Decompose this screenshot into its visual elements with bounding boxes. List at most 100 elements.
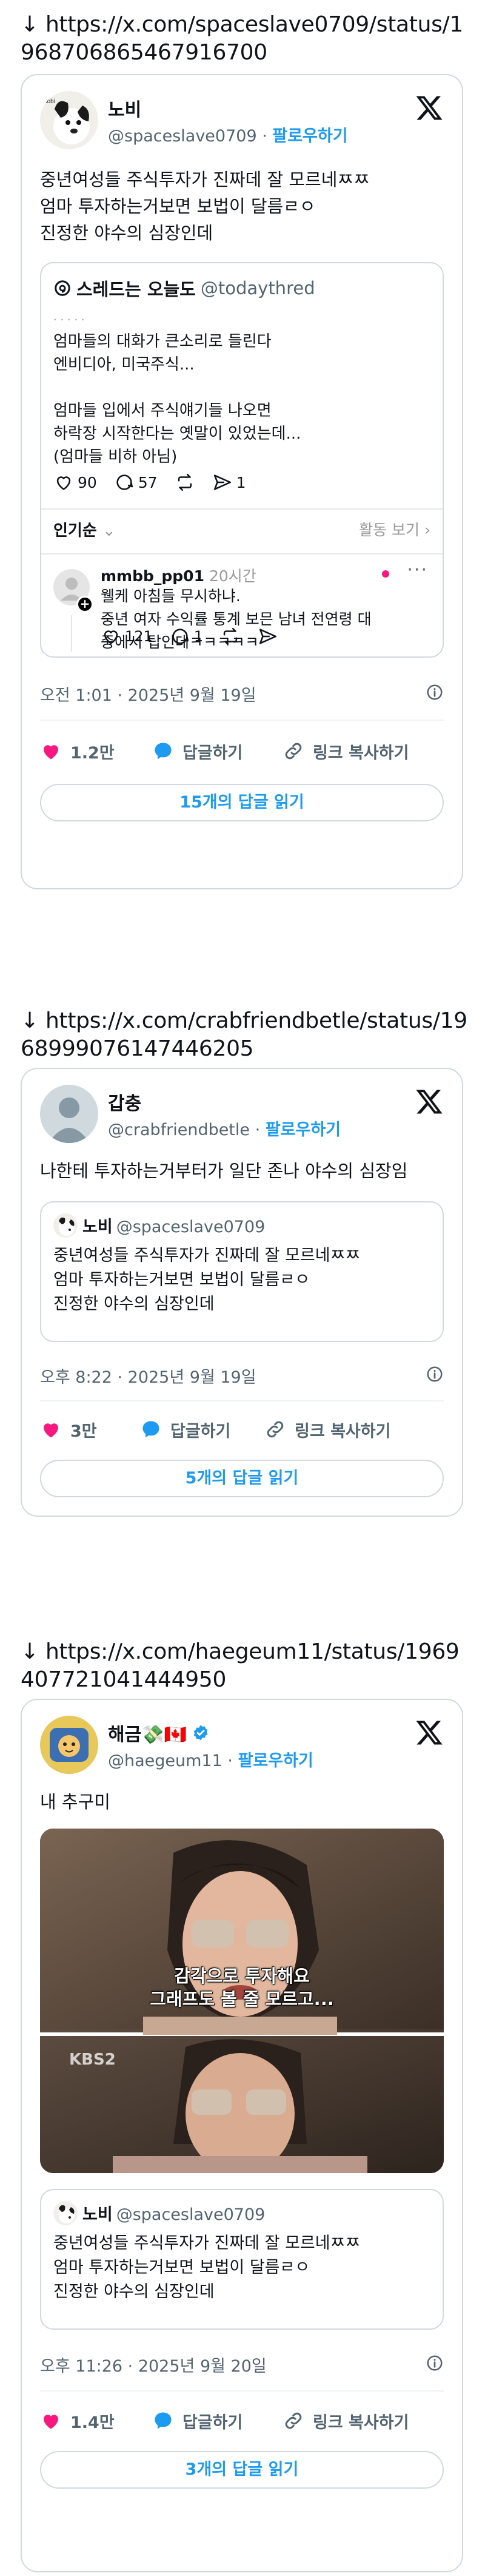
timestamp[interactable]: 오전 1:01 · 2025년 9월 19일 — [40, 686, 256, 705]
quoted-tweet[interactable]: 노비 @spaceslave0709 중년여성들 주식투자가 진짜데 잘 모르네ㅉ… — [40, 2189, 444, 2330]
threads-logo-icon — [55, 280, 70, 296]
post-url[interactable]: ↓ https://x.com/haegeum11/status/1969407… — [21, 1638, 469, 1694]
handle-line: @crabfriendbetle · 팔로우하기 — [108, 1116, 341, 1140]
info-icon[interactable] — [426, 683, 444, 701]
tweet-card: 해금💸🇨🇦 @haegeum11 · 팔로우하기 내 추구미 감각으로 투자해요… — [21, 1699, 463, 2572]
reply-reaction — [382, 564, 389, 581]
reply-repost[interactable] — [220, 626, 241, 647]
watermark: KBS2 — [69, 2051, 116, 2069]
avatar[interactable]: nobi — [40, 91, 98, 149]
reply-bubble-icon — [155, 2412, 172, 2429]
quoted-tweet[interactable]: 노비 @spaceslave0709 중년여성들 주식투자가 진짜데 잘 모르네ㅉ… — [40, 1201, 444, 1342]
timestamp[interactable]: 오후 8:22 · 2025년 9월 19일 — [40, 1368, 256, 1387]
reply-bubble-icon — [142, 1421, 159, 1438]
tweet-header: 갑충 @crabfriendbetle · 팔로우하기 — [40, 1085, 444, 1151]
send-icon — [259, 629, 277, 644]
embed-comment[interactable]: 57 — [114, 472, 158, 493]
embed-share-count: 1 — [236, 473, 246, 491]
info-icon[interactable] — [426, 1365, 444, 1383]
follow-button[interactable]: 팔로우하기 — [238, 1752, 313, 1770]
info-icon[interactable] — [426, 2354, 444, 2372]
reply-button[interactable]: 답글하기 — [152, 2407, 242, 2434]
post-url[interactable]: ↓ https://x.com/spaceslave0709/status/19… — [21, 11, 469, 67]
threads-embed[interactable]: 스레드는 오늘도 @todaythred · · · · · 엄마들의 대화가 … — [40, 262, 444, 658]
tweet-header: 해금💸🇨🇦 @haegeum11 · 팔로우하기 — [40, 1716, 444, 1782]
action-bar: 1.2만 답글하기 링크 복사하기 — [40, 738, 444, 764]
timestamp[interactable]: 오후 11:26 · 2025년 9월 20일 — [40, 2357, 267, 2376]
reply-like[interactable]: 121 — [101, 626, 153, 647]
reply-label: 답글하기 — [170, 1421, 231, 1441]
x-logo-icon[interactable] — [415, 1087, 444, 1116]
media-image[interactable]: 감각으로 투자해요 그래프도 볼 줄 모르고... KBS2 — [40, 1829, 444, 2173]
thread-line — [71, 615, 72, 652]
embed-share[interactable]: 1 — [212, 472, 246, 493]
divider — [40, 1400, 444, 1401]
like-button[interactable]: 1.4만 — [40, 2407, 115, 2434]
sort-dropdown[interactable]: 인기순 ⌄ — [53, 518, 116, 541]
copy-link-button[interactable]: 링크 복사하기 — [283, 738, 409, 764]
reply-time: 20시간 — [209, 567, 256, 585]
display-name[interactable]: 노비 — [108, 95, 141, 121]
follow-button[interactable]: 팔로우하기 — [266, 1121, 341, 1139]
link-icon — [285, 743, 302, 760]
separator: · — [227, 1752, 233, 1770]
divider — [41, 553, 443, 555]
reply-share[interactable] — [258, 626, 278, 647]
handle[interactable]: @haegeum11 — [108, 1752, 222, 1770]
activity-link[interactable]: 활동 보기 › — [359, 518, 430, 540]
divider — [40, 720, 444, 721]
action-bar: 3만 답글하기 링크 복사하기 — [40, 1416, 444, 1443]
embed-like[interactable]: 90 — [53, 472, 97, 493]
handle[interactable]: @crabfriendbetle — [108, 1121, 250, 1139]
embed-comment-count: 57 — [138, 473, 158, 491]
copy-link-button[interactable]: 링크 복사하기 — [283, 2407, 409, 2434]
reply-button[interactable]: 답글하기 — [152, 738, 242, 764]
reply-author[interactable]: mmbb_pp01 20시간 — [101, 564, 256, 586]
more-icon[interactable]: ··· — [407, 559, 428, 581]
tweet-card: 갑충 @crabfriendbetle · 팔로우하기 나한테 투자하는거부터가… — [21, 1068, 463, 1517]
like-count: 3만 — [70, 1421, 97, 1441]
read-replies-button[interactable]: 15개의 답글 읽기 — [40, 784, 444, 821]
post-url[interactable]: ↓ https://x.com/crabfriendbetle/status/1… — [21, 1007, 469, 1063]
reply-bubble-icon — [155, 743, 172, 760]
link-icon — [285, 2412, 302, 2429]
like-button[interactable]: 1.2만 — [40, 738, 115, 764]
quote-handle: @spaceslave0709 — [116, 1218, 266, 1236]
heart-icon — [104, 630, 118, 644]
divider — [41, 508, 443, 510]
tweet-meta: 오후 11:26 · 2025년 9월 20일 — [40, 2353, 444, 2376]
quote-author: 노비 @spaceslave0709 — [82, 2201, 265, 2225]
comment-icon — [172, 629, 189, 644]
reply-button[interactable]: 답글하기 — [140, 1416, 230, 1443]
avatar[interactable] — [40, 1085, 98, 1143]
quote-text: 중년여성들 주식투자가 진짜데 잘 모르네ㅉㅉ 엄마 투자하는거보면 보법이 달… — [53, 1246, 361, 1313]
embed-repost[interactable] — [175, 472, 195, 493]
handle-line: @haegeum11 · 팔로우하기 — [108, 1747, 313, 1771]
read-replies-button[interactable]: 3개의 답글 읽기 — [40, 2451, 444, 2489]
quote-avatar — [53, 2201, 78, 2225]
follow-button[interactable]: 팔로우하기 — [272, 127, 347, 146]
chevron-down-icon: ⌄ — [102, 522, 116, 540]
x-logo-icon[interactable] — [415, 93, 444, 123]
copy-link-button[interactable]: 링크 복사하기 — [264, 1416, 390, 1443]
read-replies-button[interactable]: 5개의 답글 읽기 — [40, 1460, 444, 1497]
sort-label: 인기순 — [53, 522, 97, 540]
x-logo-icon[interactable] — [415, 1718, 444, 1747]
embed-text: 엄마들의 대화가 큰소리로 들린다 엔비디아, 미국주식... 엄마들 입에서 … — [53, 332, 301, 466]
display-name[interactable]: 해금💸🇨🇦 — [108, 1719, 210, 1746]
follow-plus-icon[interactable]: + — [76, 596, 93, 613]
embed-stats: 90 57 1 — [53, 472, 263, 493]
quote-handle: @spaceslave0709 — [116, 2205, 266, 2224]
like-count: 1.4만 — [70, 2413, 115, 2432]
handle-line: @spaceslave0709 · 팔로우하기 — [108, 123, 348, 146]
embed-title-text: 스레드는 오늘도 — [76, 279, 196, 300]
like-count: 1.2만 — [70, 743, 115, 763]
reply-like-count: 121 — [125, 628, 153, 645]
avatar[interactable] — [40, 1716, 98, 1774]
display-name[interactable]: 갑충 — [108, 1088, 141, 1115]
reply-comment[interactable]: 1 — [170, 626, 203, 647]
verified-badge-icon — [193, 1725, 208, 1741]
quote-text: 중년여성들 주식투자가 진짜데 잘 모르네ㅉㅉ 엄마 투자하는거보면 보법이 달… — [53, 2234, 361, 2301]
handle[interactable]: @spaceslave0709 — [108, 127, 257, 146]
like-button[interactable]: 3만 — [40, 1416, 97, 1443]
